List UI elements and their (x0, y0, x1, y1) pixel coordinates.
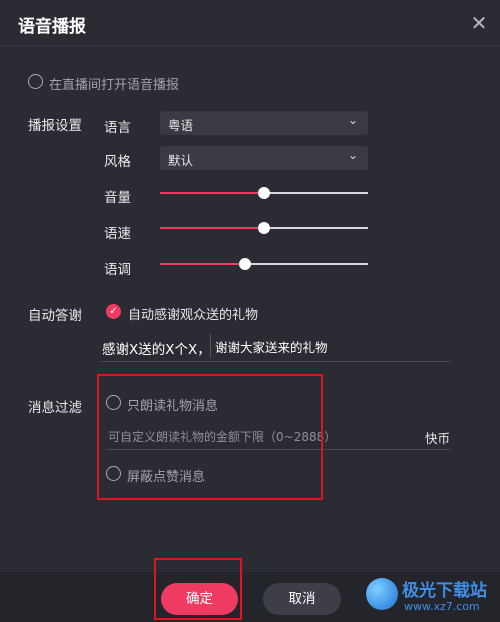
watermark: 极光下载站 www.xz7.com (364, 574, 500, 622)
voice-broadcast-dialog: 语音播报 ✕ 在直播间打开语音播报 播报设置 语言 粤语 ⌄ 风格 默认 ⌄ 音… (0, 0, 500, 622)
chevron-down-icon: ⌄ (347, 113, 358, 127)
pitch-slider[interactable] (160, 257, 368, 271)
style-label: 风格 (104, 154, 131, 170)
broadcast-settings-label: 播报设置 (28, 118, 82, 134)
pitch-slider-thumb[interactable] (239, 258, 251, 270)
auto-thanks-checkbox-label: 自动感谢观众送的礼物 (128, 308, 259, 323)
confirm-highlight-box (154, 558, 242, 620)
auto-thanks-label: 自动答谢 (28, 308, 82, 324)
thanks-prefix: 感谢X送的X个X， (102, 342, 211, 358)
speed-slider-thumb[interactable] (258, 222, 270, 234)
auto-thanks-checkbox[interactable]: ✓ (106, 304, 121, 319)
speed-label: 语速 (104, 226, 131, 242)
watermark-url: www.xz7.com (404, 600, 480, 613)
volume-slider-thumb[interactable] (258, 187, 270, 199)
dialog-title: 语音播报 (18, 17, 86, 37)
volume-slider[interactable] (160, 186, 368, 200)
thanks-message-input[interactable] (210, 334, 450, 358)
thanks-message-row: 感谢X送的X个X， (100, 332, 450, 362)
filter-highlight-box (97, 374, 323, 500)
cancel-button[interactable]: 取消 (263, 583, 341, 615)
style-value: 默认 (168, 153, 194, 168)
message-filter-label: 消息过滤 (28, 400, 82, 416)
language-select[interactable]: 粤语 ⌄ (160, 111, 368, 135)
live-broadcast-label: 在直播间打开语音播报 (49, 78, 180, 93)
live-broadcast-radio[interactable] (28, 74, 43, 89)
watermark-name: 极光下载站 (402, 581, 487, 601)
title-bar: 语音播报 ✕ (0, 0, 500, 46)
language-value: 粤语 (168, 118, 194, 133)
currency-unit: 快币 (424, 431, 450, 446)
pitch-label: 语调 (104, 262, 131, 278)
close-icon[interactable]: ✕ (468, 12, 490, 34)
chevron-down-icon: ⌄ (347, 148, 358, 162)
style-select[interactable]: 默认 ⌄ (160, 146, 368, 170)
language-label: 语言 (104, 120, 131, 136)
site-logo-icon (366, 578, 398, 610)
speed-slider[interactable] (160, 221, 368, 235)
volume-label: 音量 (104, 190, 131, 206)
